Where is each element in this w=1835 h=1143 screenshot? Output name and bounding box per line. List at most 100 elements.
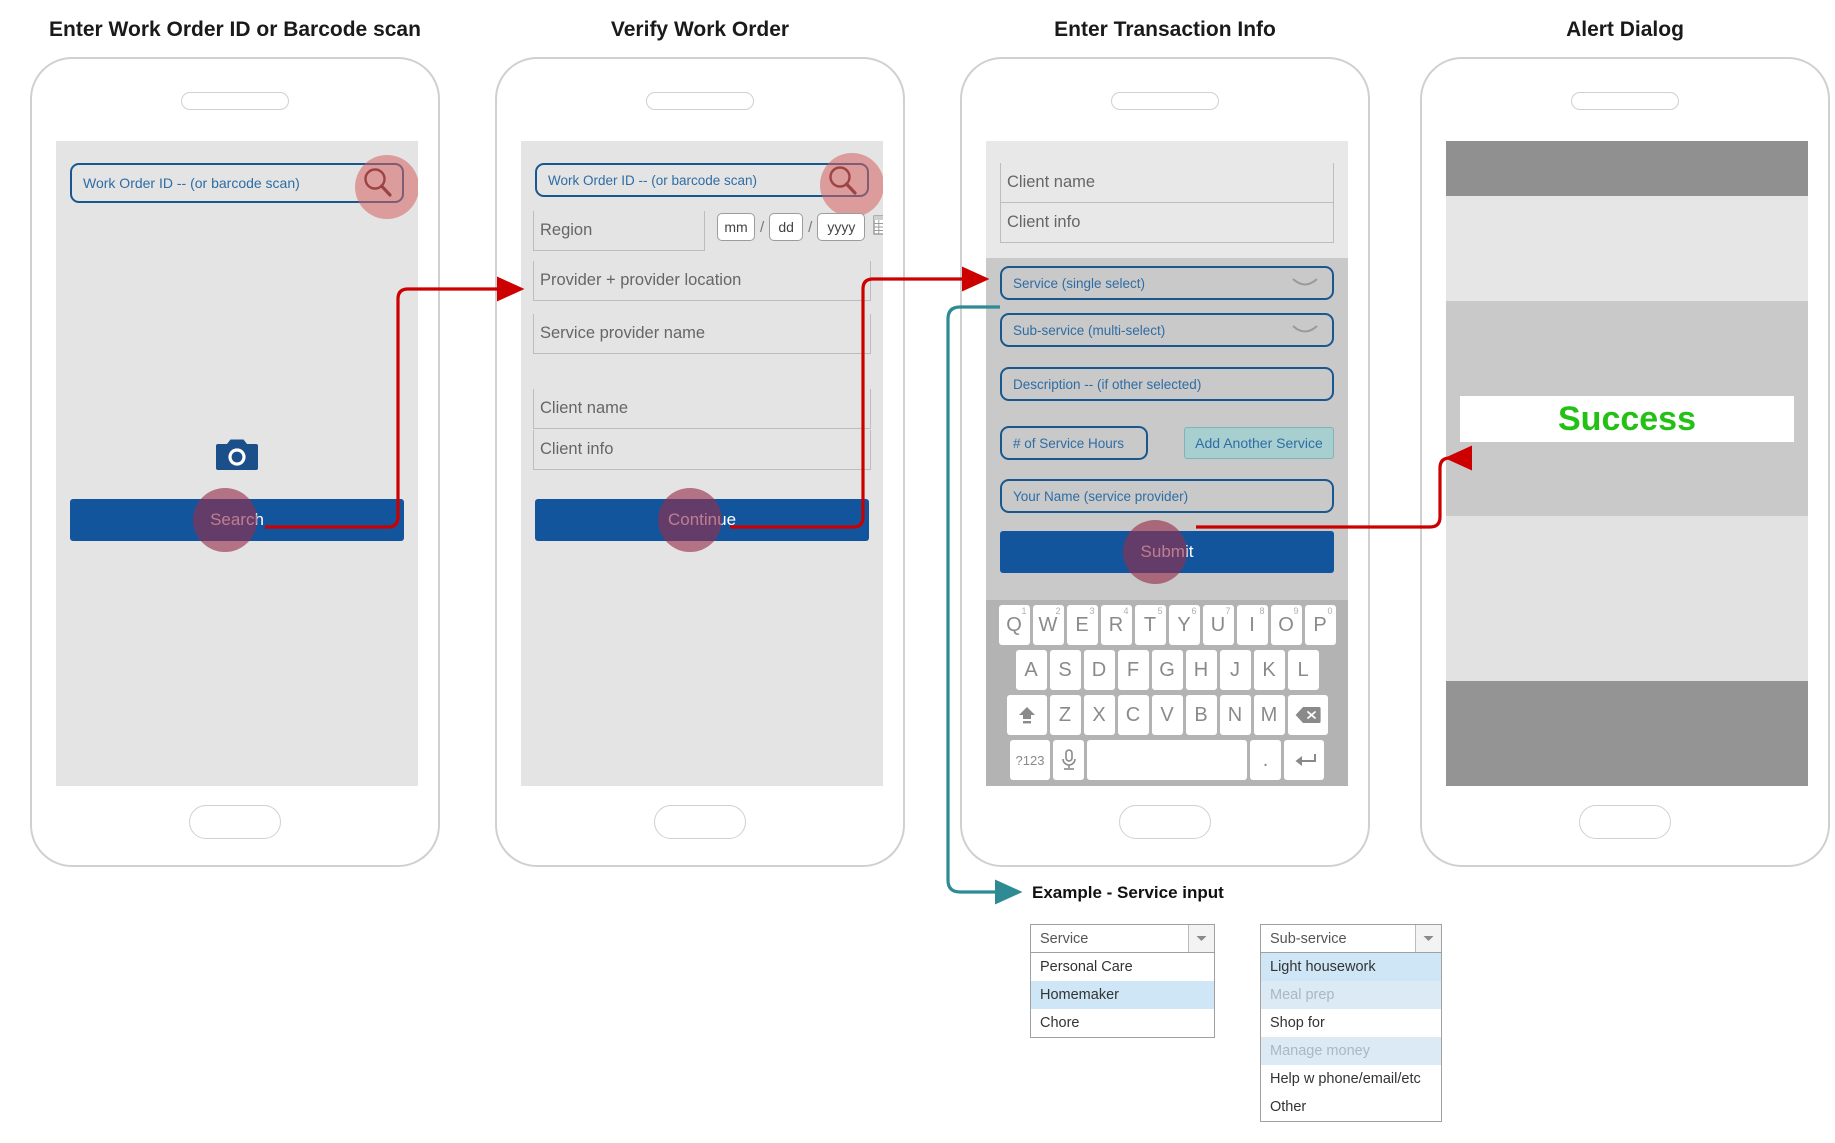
- client-name-field-3[interactable]: Client name: [1000, 163, 1334, 203]
- subservice-option[interactable]: Light housework: [1261, 953, 1441, 981]
- service-option[interactable]: Chore: [1031, 1009, 1214, 1037]
- key-microphone[interactable]: [1053, 740, 1084, 780]
- provider-location-field[interactable]: Provider + provider location: [533, 261, 871, 301]
- key-t[interactable]: T5: [1134, 605, 1166, 645]
- key-shift[interactable]: [1006, 695, 1047, 735]
- key-f[interactable]: F: [1117, 650, 1149, 690]
- key-h[interactable]: H: [1185, 650, 1217, 690]
- screen-3-viewport: Client name Client info Service (single …: [986, 141, 1348, 786]
- key-label: C: [1125, 703, 1141, 726]
- key-a[interactable]: A: [1015, 650, 1047, 690]
- phone-home-button-4[interactable]: [1579, 805, 1671, 839]
- subservice-option[interactable]: Meal prep: [1261, 981, 1441, 1009]
- your-name-input[interactable]: Your Name (service provider): [1000, 479, 1334, 513]
- description-input[interactable]: Description -- (if other selected): [1000, 367, 1334, 401]
- key-y[interactable]: Y6: [1168, 605, 1200, 645]
- client-name-label-2: Client name: [540, 399, 629, 417]
- key-o[interactable]: O9: [1270, 605, 1302, 645]
- key-enter[interactable]: [1284, 740, 1324, 780]
- key-l[interactable]: L: [1287, 650, 1319, 690]
- caret-down-icon-service-example[interactable]: [1188, 925, 1214, 952]
- key-x[interactable]: X: [1083, 695, 1115, 735]
- example-service-dropdown[interactable]: Service Personal Care Homemaker Chore: [1030, 924, 1215, 1038]
- key-c[interactable]: C: [1117, 695, 1149, 735]
- screen-3-title: Enter Transaction Info: [1054, 18, 1276, 41]
- alert-band-light-1: [1446, 196, 1808, 301]
- key-m[interactable]: M: [1253, 695, 1285, 735]
- add-another-service-button[interactable]: Add Another Service: [1184, 427, 1334, 459]
- subservice-select[interactable]: Sub-service (multi-select): [1000, 313, 1334, 347]
- key-k[interactable]: K: [1253, 650, 1285, 690]
- key-g[interactable]: G: [1151, 650, 1183, 690]
- continue-button[interactable]: Continue: [535, 499, 869, 541]
- region-field[interactable]: Region: [533, 211, 705, 251]
- key-backspace[interactable]: [1287, 695, 1328, 735]
- date-yyyy-field[interactable]: yyyy: [817, 213, 866, 241]
- client-info-field-2[interactable]: Client info: [533, 430, 871, 470]
- key-label: I: [1249, 613, 1255, 636]
- service-hours-input[interactable]: # of Service Hours: [1000, 426, 1148, 460]
- on-screen-keyboard[interactable]: Q1W2E3R4T5Y6U7I8O9P0 ASDFGHJKL ZXCVBNM ?…: [986, 600, 1348, 786]
- key-b[interactable]: B: [1185, 695, 1217, 735]
- search-button[interactable]: Search: [70, 499, 404, 541]
- service-provider-name-field[interactable]: Service provider name: [533, 314, 871, 354]
- key-i[interactable]: I8: [1236, 605, 1268, 645]
- magnifier-icon-1[interactable]: [360, 165, 396, 201]
- submit-button[interactable]: Submit: [1000, 531, 1334, 573]
- screen-2-title: Verify Work Order: [610, 18, 790, 41]
- work-order-id-placeholder-2: Work Order ID -- (or barcode scan): [548, 172, 758, 188]
- date-mm-field[interactable]: mm: [717, 213, 755, 241]
- client-name-field-2[interactable]: Client name: [533, 389, 871, 429]
- subservice-dropdown-header[interactable]: Sub-service: [1261, 925, 1441, 953]
- chevron-down-icon-subservice[interactable]: [1292, 324, 1318, 336]
- service-select[interactable]: Service (single select): [1000, 266, 1334, 300]
- camera-icon[interactable]: [215, 436, 259, 477]
- key-u[interactable]: U7: [1202, 605, 1234, 645]
- key-e[interactable]: E3: [1066, 605, 1098, 645]
- service-option[interactable]: Personal Care: [1031, 953, 1214, 981]
- key-label: J: [1230, 658, 1240, 681]
- key-v[interactable]: V: [1151, 695, 1183, 735]
- key-label: Q: [1006, 613, 1022, 636]
- subservice-option[interactable]: Help w phone/email/etc: [1261, 1065, 1441, 1093]
- chevron-down-icon-service[interactable]: [1292, 277, 1318, 289]
- client-info-field-3[interactable]: Client info: [1000, 203, 1334, 243]
- key-p[interactable]: P0: [1304, 605, 1336, 645]
- key-z[interactable]: Z: [1049, 695, 1081, 735]
- key-n[interactable]: N: [1219, 695, 1251, 735]
- key-label: G: [1159, 658, 1175, 681]
- key-d[interactable]: D: [1083, 650, 1115, 690]
- key-w[interactable]: W2: [1032, 605, 1064, 645]
- work-order-id-input-1[interactable]: Work Order ID -- (or barcode scan): [70, 163, 404, 203]
- screen-4-title: Alert Dialog: [1566, 18, 1684, 41]
- subservice-option[interactable]: Shop for: [1261, 1009, 1441, 1037]
- key-number-hint: 0: [1327, 606, 1333, 616]
- service-dropdown-options: Personal Care Homemaker Chore: [1031, 953, 1214, 1037]
- phone-home-button-3[interactable]: [1119, 805, 1211, 839]
- service-dropdown-header[interactable]: Service: [1031, 925, 1214, 953]
- phone-home-button-1[interactable]: [189, 805, 281, 839]
- example-subservice-dropdown[interactable]: Sub-service Light housework Meal prep Shop…: [1260, 924, 1442, 1122]
- key-label: T: [1143, 613, 1157, 636]
- date-dd-field[interactable]: dd: [769, 213, 804, 241]
- key-r[interactable]: R4: [1100, 605, 1132, 645]
- magnifier-icon-2[interactable]: [825, 163, 861, 199]
- phone-home-button-2[interactable]: [654, 805, 746, 839]
- key-symbols[interactable]: ?123: [1010, 740, 1050, 780]
- work-order-id-input-2[interactable]: Work Order ID -- (or barcode scan): [535, 163, 869, 197]
- caret-down-icon-subservice-example[interactable]: [1415, 925, 1441, 952]
- calendar-icon[interactable]: [873, 214, 883, 241]
- key-period[interactable]: .: [1250, 740, 1281, 780]
- subservice-dropdown-options: Light housework Meal prep Shop for Manage m…: [1261, 953, 1441, 1121]
- description-input-placeholder: Description -- (if other selected): [1013, 376, 1202, 392]
- key-space[interactable]: [1087, 740, 1247, 780]
- client-name-label-3: Client name: [1007, 173, 1096, 191]
- subservice-option[interactable]: Other: [1261, 1093, 1441, 1121]
- key-s[interactable]: S: [1049, 650, 1081, 690]
- subservice-option[interactable]: Manage money: [1261, 1037, 1441, 1065]
- key-q[interactable]: Q1: [998, 605, 1030, 645]
- date-picker-group[interactable]: mm / dd / yyyy: [717, 213, 883, 241]
- key-j[interactable]: J: [1219, 650, 1251, 690]
- key-period-label: .: [1262, 748, 1269, 771]
- service-option[interactable]: Homemaker: [1031, 981, 1214, 1009]
